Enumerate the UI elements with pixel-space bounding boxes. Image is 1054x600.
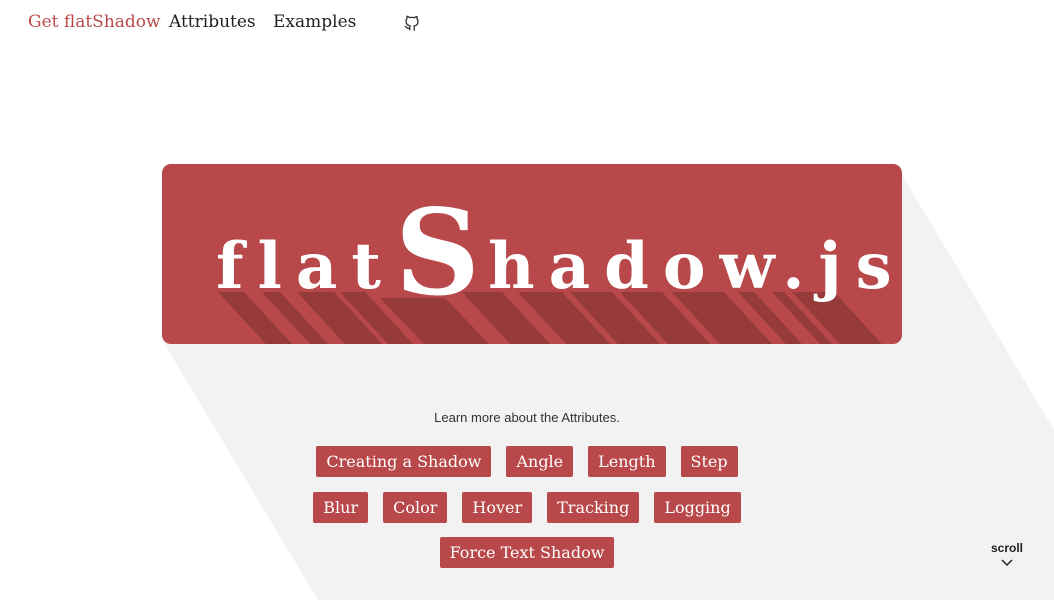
- btn-color[interactable]: Color: [383, 492, 448, 523]
- btn-length[interactable]: Length: [588, 446, 666, 477]
- btn-blur[interactable]: Blur: [313, 492, 369, 523]
- scroll-label: scroll: [990, 541, 1023, 555]
- nav-examples[interactable]: Examples: [273, 12, 356, 32]
- attributes-intro: Learn more about the Attributes.: [434, 410, 620, 425]
- scroll-indicator[interactable]: scroll: [988, 541, 1026, 567]
- btn-hover[interactable]: Hover: [462, 492, 533, 523]
- btn-angle[interactable]: Angle: [506, 446, 574, 477]
- github-icon[interactable]: [403, 14, 421, 32]
- btn-logging[interactable]: Logging: [654, 492, 741, 523]
- btn-force-text-shadow[interactable]: Force Text Shadow: [439, 537, 615, 568]
- hero-title: flatShadow.js: [216, 194, 902, 312]
- chevron-down-icon: [1001, 559, 1013, 567]
- btn-creating-a-shadow[interactable]: Creating a Shadow: [316, 446, 492, 477]
- nav-attributes[interactable]: Attributes: [169, 12, 256, 32]
- btn-step[interactable]: Step: [680, 446, 738, 477]
- btn-tracking[interactable]: Tracking: [547, 492, 640, 523]
- attributes-row-3: Force Text Shadow: [0, 537, 1054, 568]
- attributes-row-2: Blur Color Hover Tracking Logging: [0, 492, 1054, 523]
- hero-title-suffix: hadow.js: [488, 229, 902, 304]
- nav-get-flatshadow[interactable]: Get flatShadow: [28, 12, 161, 32]
- hero-title-big-letter: S: [394, 183, 489, 322]
- hero-title-prefix: flat: [216, 229, 395, 304]
- hero-banner: flatShadow.js: [162, 164, 902, 344]
- attributes-row-1: Creating a Shadow Angle Length Step: [0, 446, 1054, 477]
